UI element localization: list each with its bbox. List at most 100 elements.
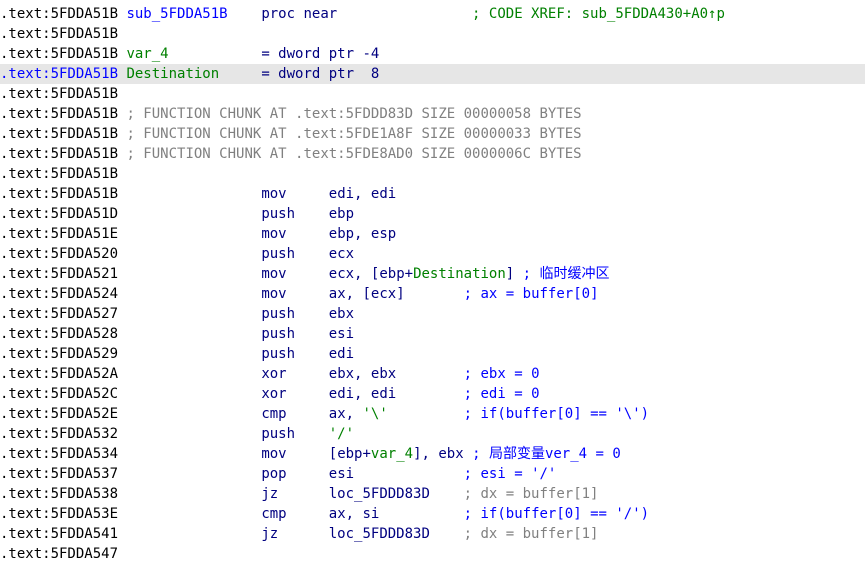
- disassembly-listing[interactable]: .text:5FDDA51B sub_5FDDA51B proc near ; …: [0, 0, 865, 570]
- dimmed-comment: ; dx = buffer[1]: [463, 526, 599, 542]
- function-chunk-comment: ; FUNCTION CHUNK AT .text:5FDE8AD0 SIZE …: [126, 146, 582, 162]
- address-text: [287, 186, 329, 202]
- comment-text: ; if(buffer[0] == '\'): [463, 406, 650, 422]
- listing-line[interactable]: .text:5FDDA521 mov ecx, [ebp+Destination…: [0, 264, 865, 284]
- comment-text: ; 临时缓冲区: [514, 266, 610, 282]
- address-text: [295, 306, 329, 322]
- address-text: [118, 506, 261, 522]
- address-text: .text:5FDDA532: [0, 426, 119, 442]
- address-text: .text:5FDDA51B: [0, 26, 119, 42]
- address-text: .text:5FDDA534: [0, 446, 119, 462]
- listing-line[interactable]: .text:5FDDA524 mov ax, [ecx] ; ax = buff…: [0, 284, 865, 304]
- instruction-text: mov: [261, 266, 287, 282]
- listing-line[interactable]: .text:5FDDA51B ; FUNCTION CHUNK AT .text…: [0, 144, 865, 164]
- address-text: .text:5FDDA521: [0, 266, 119, 282]
- instruction-text: ], ebx: [413, 446, 464, 462]
- address-text: .text:5FDDA527: [0, 306, 119, 322]
- instruction-text: mov: [261, 446, 287, 462]
- listing-line[interactable]: .text:5FDDA51B ; FUNCTION CHUNK AT .text…: [0, 124, 865, 144]
- address-text: [287, 366, 329, 382]
- address-text: [287, 446, 329, 462]
- comment-text: ; if(buffer[0] == '/'): [463, 506, 650, 522]
- listing-line[interactable]: .text:5FDDA51B: [0, 24, 865, 44]
- listing-line[interactable]: .text:5FDDA528 push esi: [0, 324, 865, 344]
- symbol-name: sub_5FDDA51B: [126, 6, 228, 22]
- listing-line[interactable]: .text:5FDDA52C xor edi, edi ; edi = 0: [0, 384, 865, 404]
- address-text: .text:5FDDA51E: [0, 226, 119, 242]
- address-text: [295, 426, 329, 442]
- instruction-text: mov: [261, 186, 287, 202]
- address-text: [388, 406, 464, 422]
- instruction-text: edi, edi: [328, 186, 397, 202]
- listing-line[interactable]: .text:5FDDA51B ; FUNCTION CHUNK AT .text…: [0, 104, 865, 124]
- address-text: .text:5FDDA51B: [0, 166, 119, 182]
- instruction-text: push: [261, 326, 296, 342]
- address-text: .text:5FDDA51B: [0, 186, 119, 202]
- instruction-text: ]: [505, 266, 515, 282]
- address-text: .text:5FDDA538: [0, 486, 119, 502]
- address-text: [118, 426, 261, 442]
- address-text: [287, 406, 329, 422]
- address-text: [118, 246, 261, 262]
- address-text: [354, 466, 464, 482]
- listing-line[interactable]: .text:5FDDA51B mov edi, edi: [0, 184, 865, 204]
- symbol-name: .text:5FDDA51B: [0, 66, 119, 82]
- address-text: [118, 266, 261, 282]
- address-text: [379, 506, 463, 522]
- listing-line[interactable]: .text:5FDDA52E cmp ax, '\' ; if(buffer[0…: [0, 404, 865, 424]
- comment-text: ; 局部变量ver_4 = 0: [463, 446, 621, 462]
- listing-line[interactable]: .text:5FDDA52A xor ebx, ebx ; ebx = 0: [0, 364, 865, 384]
- instruction-text: cmp: [261, 406, 287, 422]
- instruction-text: push: [261, 426, 296, 442]
- listing-line[interactable]: .text:5FDDA53E cmp ax, si ; if(buffer[0]…: [0, 504, 865, 524]
- instruction-text: jz: [261, 486, 279, 502]
- instruction-text: ebx, ebx: [328, 366, 397, 382]
- address-text: [287, 286, 329, 302]
- instruction-text: pop: [261, 466, 287, 482]
- listing-line[interactable]: .text:5FDDA541 jz loc_5FDDD83D ; dx = bu…: [0, 524, 865, 544]
- address-text: .text:5FDDA520: [0, 246, 119, 262]
- listing-line[interactable]: .text:5FDDA51B: [0, 84, 865, 104]
- address-text: .text:5FDDA52A: [0, 366, 119, 382]
- listing-line[interactable]: .text:5FDDA51B var_4 = dword ptr -4: [0, 44, 865, 64]
- address-text: [118, 526, 261, 542]
- address-text: [295, 326, 329, 342]
- instruction-text: mov: [261, 226, 287, 242]
- local-symbol: Destination: [413, 266, 506, 282]
- instruction-text: push: [261, 206, 296, 222]
- address-text: [405, 286, 464, 302]
- listing-line[interactable]: .text:5FDDA529 push edi: [0, 344, 865, 364]
- listing-line[interactable]: .text:5FDDA537 pop esi ; esi = '/': [0, 464, 865, 484]
- address-text: .text:5FDDA51B: [0, 6, 119, 22]
- instruction-text: cmp: [261, 506, 287, 522]
- listing-line[interactable]: .text:5FDDA547: [0, 544, 865, 564]
- address-text: [295, 206, 329, 222]
- address-text: .text:5FDDA53E: [0, 506, 119, 522]
- address-text: .text:5FDDA529: [0, 346, 119, 362]
- listing-line[interactable]: .text:5FDDA520 push ecx: [0, 244, 865, 264]
- listing-line[interactable]: .text:5FDDA534 mov [ebp+var_4], ebx ; 局部…: [0, 444, 865, 464]
- instruction-text: jz: [261, 526, 279, 542]
- listing-line[interactable]: .text:5FDDA532 push '/': [0, 424, 865, 444]
- address-text: [295, 346, 329, 362]
- instruction-text: edi, edi: [328, 386, 397, 402]
- address-text: [396, 386, 463, 402]
- address-text: [228, 6, 262, 22]
- address-text: [396, 366, 463, 382]
- listing-line[interactable]: .text:5FDDA538 jz loc_5FDDD83D ; dx = bu…: [0, 484, 865, 504]
- address-text: [118, 406, 261, 422]
- instruction-text: ecx: [328, 246, 355, 262]
- instruction-text: ax, [ecx]: [328, 286, 405, 302]
- address-text: .text:5FDDA51B: [0, 126, 119, 142]
- listing-line[interactable]: .text:5FDDA51B Destination = dword ptr 8: [0, 64, 865, 84]
- address-text: [287, 226, 329, 242]
- instruction-text: push: [261, 346, 296, 362]
- listing-line[interactable]: .text:5FDDA51D push ebp: [0, 204, 865, 224]
- string-literal: '\': [362, 406, 388, 422]
- instruction-text: xor: [261, 386, 287, 402]
- listing-line[interactable]: .text:5FDDA51B sub_5FDDA51B proc near ; …: [0, 4, 865, 24]
- listing-line[interactable]: .text:5FDDA51E mov ebp, esp: [0, 224, 865, 244]
- listing-line[interactable]: .text:5FDDA527 push ebx: [0, 304, 865, 324]
- instruction-text: loc_5FDDD83D: [328, 526, 430, 542]
- listing-line[interactable]: .text:5FDDA51B: [0, 164, 865, 184]
